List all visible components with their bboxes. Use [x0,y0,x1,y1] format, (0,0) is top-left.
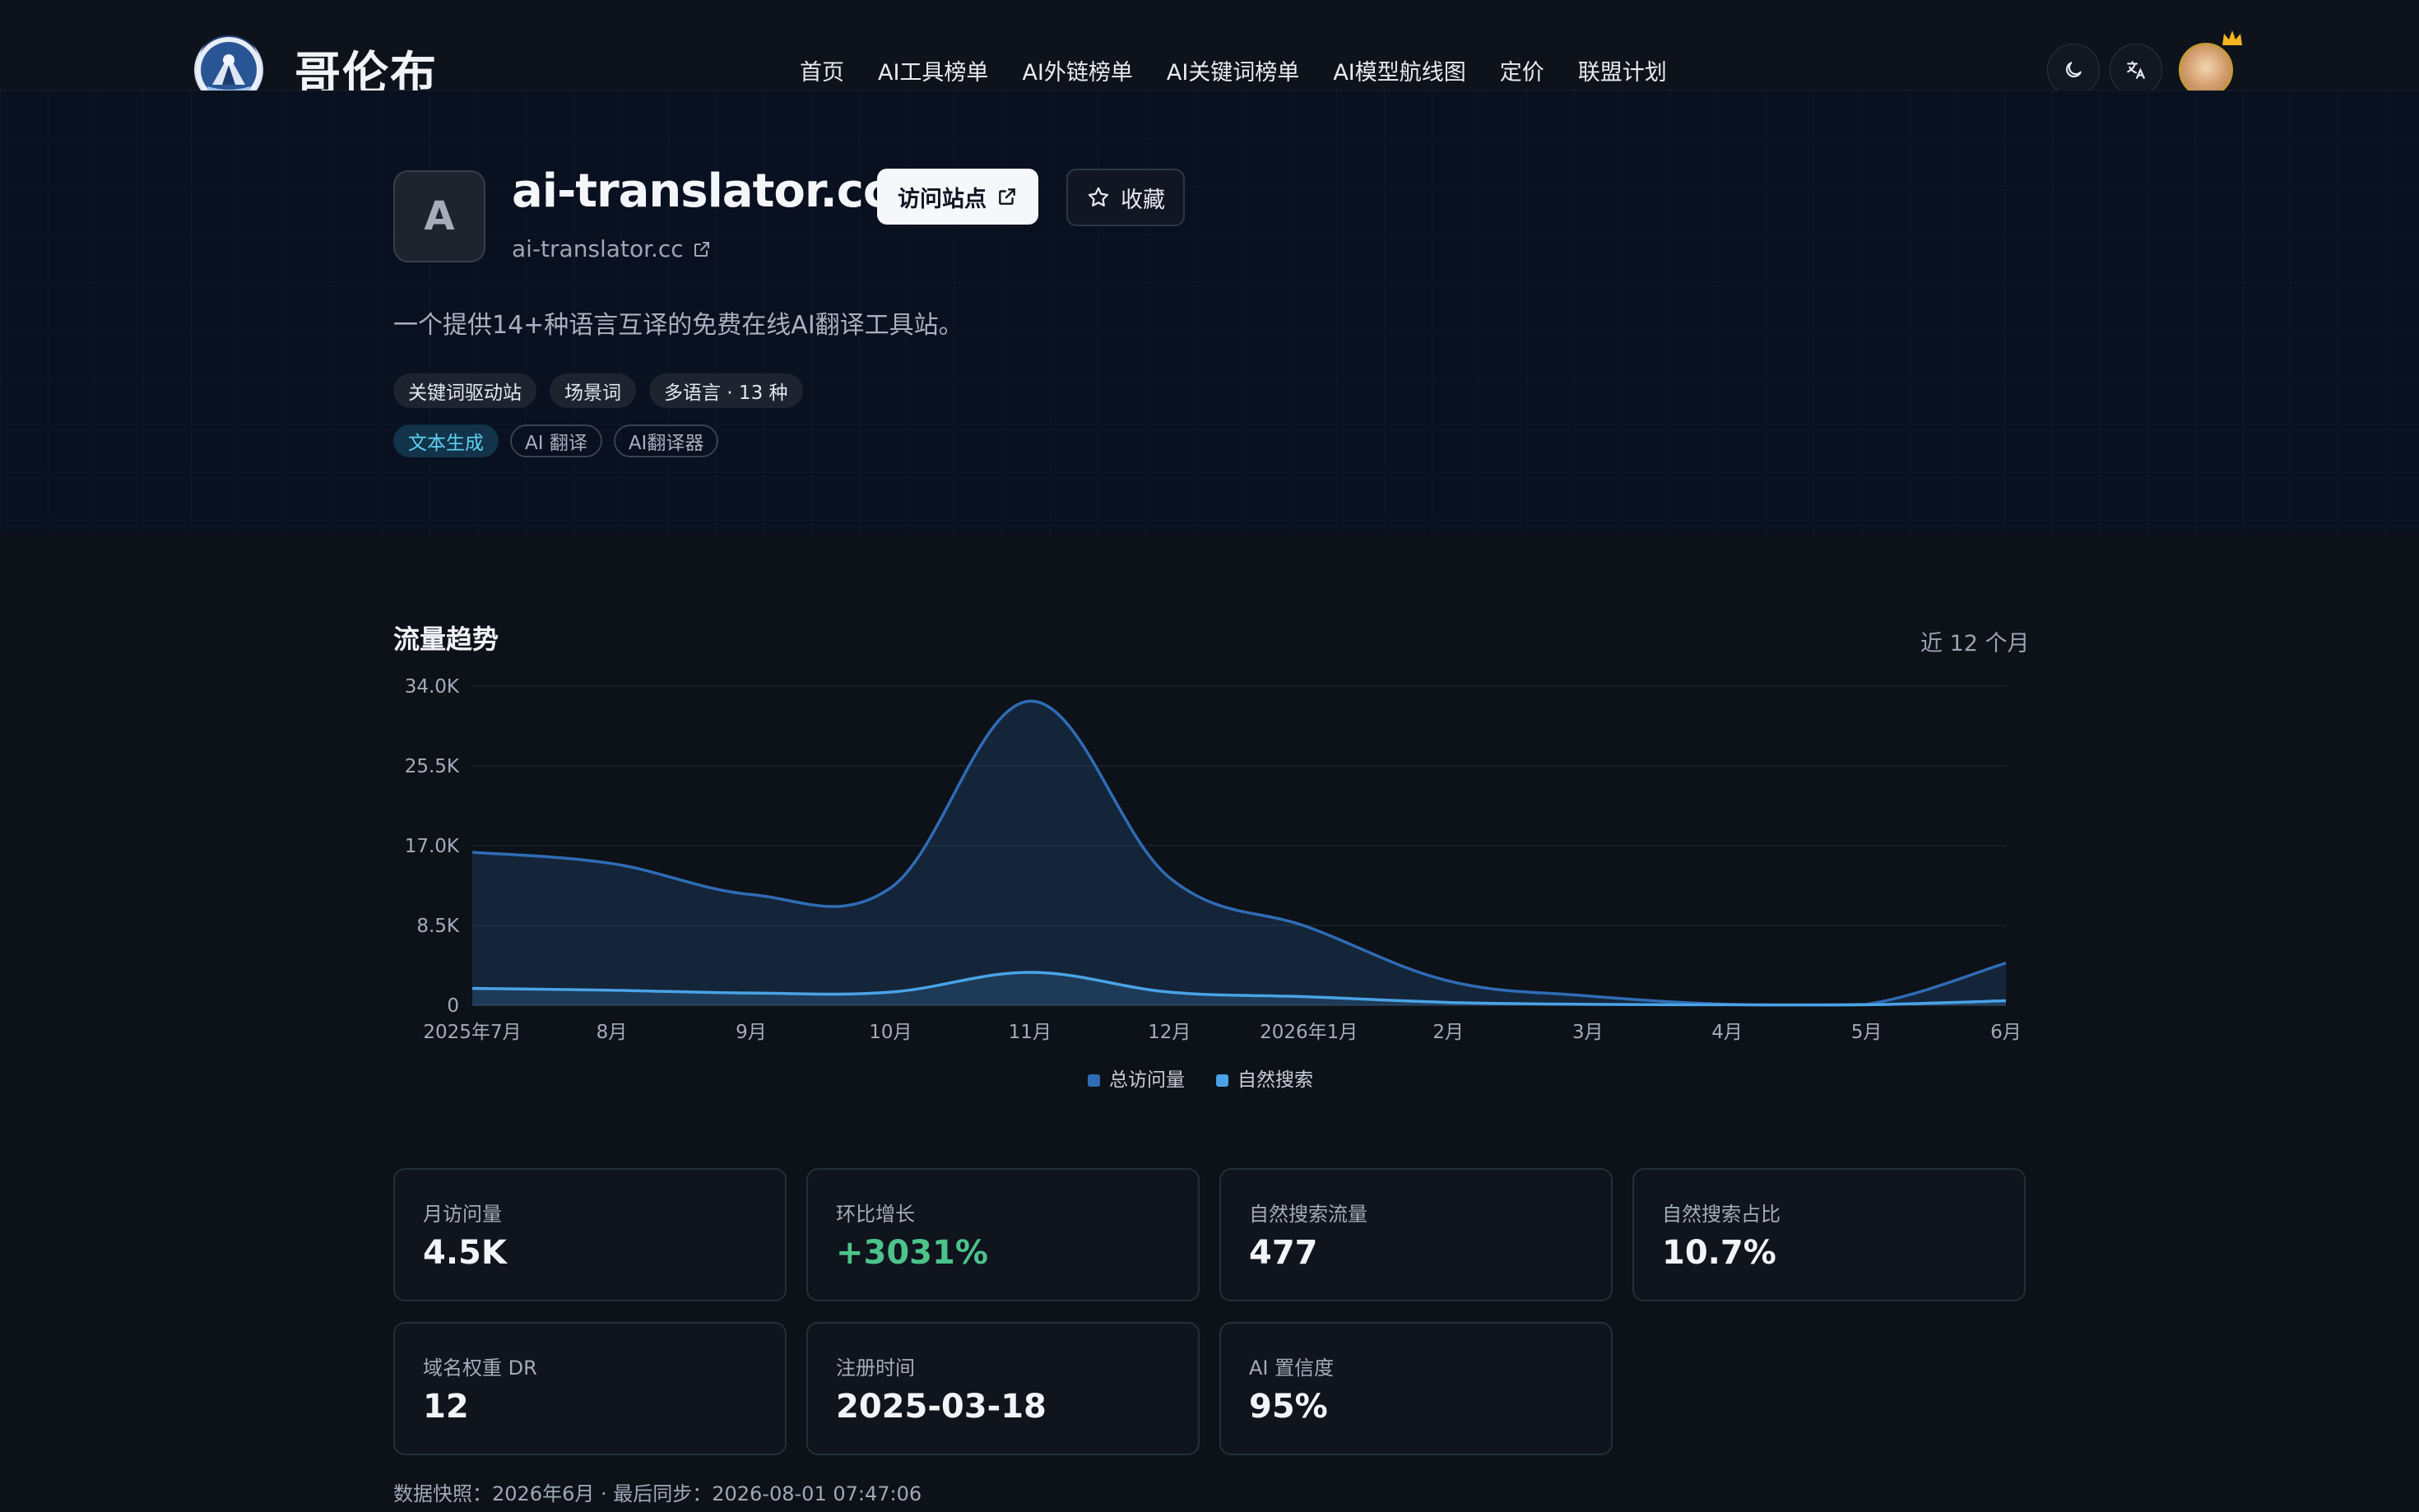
traffic-trend-chart: 0 8.5K 17.0K 25.5K 34.0K 2025年7月 8月 9月 10月 11月 12月… [405,676,2022,1091]
stat-label: AI 置信度 [1249,1357,1335,1380]
tag-text-generation[interactable]: 文本生成 [393,424,499,457]
legend-label: 总访问量 [1109,1069,1185,1091]
y-tick-label: 0 [447,995,459,1017]
theme-toggle-button[interactable] [2047,44,2100,96]
stat-label: 注册时间 [836,1357,915,1380]
x-tick-label: 3月 [1572,1022,1604,1043]
x-tick-label: 2月 [1432,1022,1464,1043]
x-tick-label: 12月 [1148,1022,1191,1043]
stat-value: 95% [1249,1388,1328,1426]
moon-icon [2065,62,2082,78]
stat-label: 环比增长 [836,1203,915,1226]
y-tick-label: 34.0K [405,676,460,698]
visit-site-button[interactable]: 访问站点 [877,169,1038,225]
stat-card-ai-confidence: AI 置信度 95% [1219,1322,1613,1455]
site-url-text: ai-translator.cc [512,235,684,262]
stat-value: 10.7% [1662,1234,1776,1272]
stat-label: 域名权重 DR [423,1357,537,1380]
external-link-icon [694,241,709,257]
legend-swatch [1088,1074,1100,1087]
stat-value: 12 [423,1388,469,1426]
series-area-total-visits [472,701,2006,1005]
tag-multilingual: 多语言 · 13 种 [649,373,803,408]
traffic-section-title: 流量趋势 [393,624,499,655]
top-navbar: 哥伦布 首页 AI工具榜单 AI外链榜单 AI关键词榜单 AI模型航线图 定价 … [0,0,2419,104]
x-tick-label: 8月 [597,1022,628,1043]
stat-card-mom-growth: 环比增长 +3031% [806,1168,1200,1301]
nav-link-ai-tools-ranking[interactable]: AI工具榜单 [878,54,988,86]
stat-label: 月访问量 [423,1203,502,1226]
external-link-icon [999,188,1015,205]
x-tick-label: 11月 [1009,1022,1052,1043]
stat-value: 4.5K [423,1234,507,1272]
x-tick-label: 6月 [1990,1022,2022,1043]
nav-link-affiliate[interactable]: 联盟计划 [1578,54,1667,86]
legend-label: 自然搜索 [1237,1069,1313,1091]
nav-link-ai-keywords-ranking[interactable]: AI关键词榜单 [1167,54,1299,86]
crown-icon [2222,30,2242,45]
nav-link-home[interactable]: 首页 [800,54,844,86]
x-tick-label: 5月 [1851,1022,1883,1043]
stat-value: +3031% [836,1234,988,1272]
nav-link-ai-model-routes[interactable]: AI模型航线图 [1333,54,1465,86]
site-hero [0,90,2419,535]
stat-card-registered-date: 注册时间 2025-03-18 [806,1322,1200,1455]
nav-actions [2047,30,2242,97]
legend-swatch [1216,1074,1228,1087]
nav-link-ai-backlinks-ranking[interactable]: AI外链榜单 [1022,54,1132,86]
tag-keyword-driven: 关键词驱动站 [393,373,536,408]
site-description: 一个提供14+种语言互译的免费在线AI翻译工具站。 [393,311,963,340]
favorite-button[interactable]: 收藏 [1066,169,1185,226]
main-nav: 首页 AI工具榜单 AI外链榜单 AI关键词榜单 AI模型航线图 定价 联盟计划 [800,54,1701,86]
tag-ai-translation[interactable]: AI 翻译 [510,424,602,457]
traffic-range-label: 近 12 个月 [1920,631,2030,656]
stat-card-monthly-visits: 月访问量 4.5K [393,1168,787,1301]
language-button[interactable] [2110,44,2162,96]
favorite-label: 收藏 [1121,187,1165,212]
x-tick-label: 9月 [736,1022,767,1043]
user-avatar[interactable] [2179,30,2242,97]
x-tick-label: 4月 [1711,1022,1743,1043]
visit-site-label: 访问站点 [898,186,987,212]
tag-scenario-keywords: 场景词 [550,373,636,408]
data-snapshot-note: 数据快照：2026年6月 · 最后同步：2026-08-01 07:47:06 [393,1482,922,1505]
site-attribute-tags: 关键词驱动站 场景词 多语言 · 13 种 [393,373,803,408]
stat-value: 2025-03-18 [836,1388,1047,1426]
stat-label: 自然搜索占比 [1662,1203,1781,1226]
x-tick-label: 2025年7月 [423,1022,521,1043]
x-tick-label: 2026年1月 [1260,1022,1358,1043]
stat-label: 自然搜索流量 [1249,1203,1367,1226]
site-category-tags: 文本生成 AI 翻译 AI翻译器 [393,424,719,457]
nav-link-pricing[interactable]: 定价 [1500,54,1544,86]
translate-icon [2127,61,2145,79]
stat-value: 477 [1249,1234,1318,1272]
y-tick-label: 25.5K [405,756,460,777]
site-title: ai-translator.cc [512,165,890,218]
stat-card-domain-rating: 域名权重 DR 12 [393,1322,787,1455]
tag-ai-translator[interactable]: AI翻译器 [613,424,719,457]
x-tick-label: 10月 [869,1022,912,1043]
stat-card-organic-share: 自然搜索占比 10.7% [1632,1168,2026,1301]
site-favicon: A [393,170,485,262]
y-tick-label: 8.5K [416,916,460,937]
y-tick-label: 17.0K [405,836,460,857]
star-icon [1088,187,1109,206]
stat-card-organic-traffic: 自然搜索流量 477 [1219,1168,1613,1301]
site-url-link[interactable]: ai-translator.cc [512,235,712,262]
